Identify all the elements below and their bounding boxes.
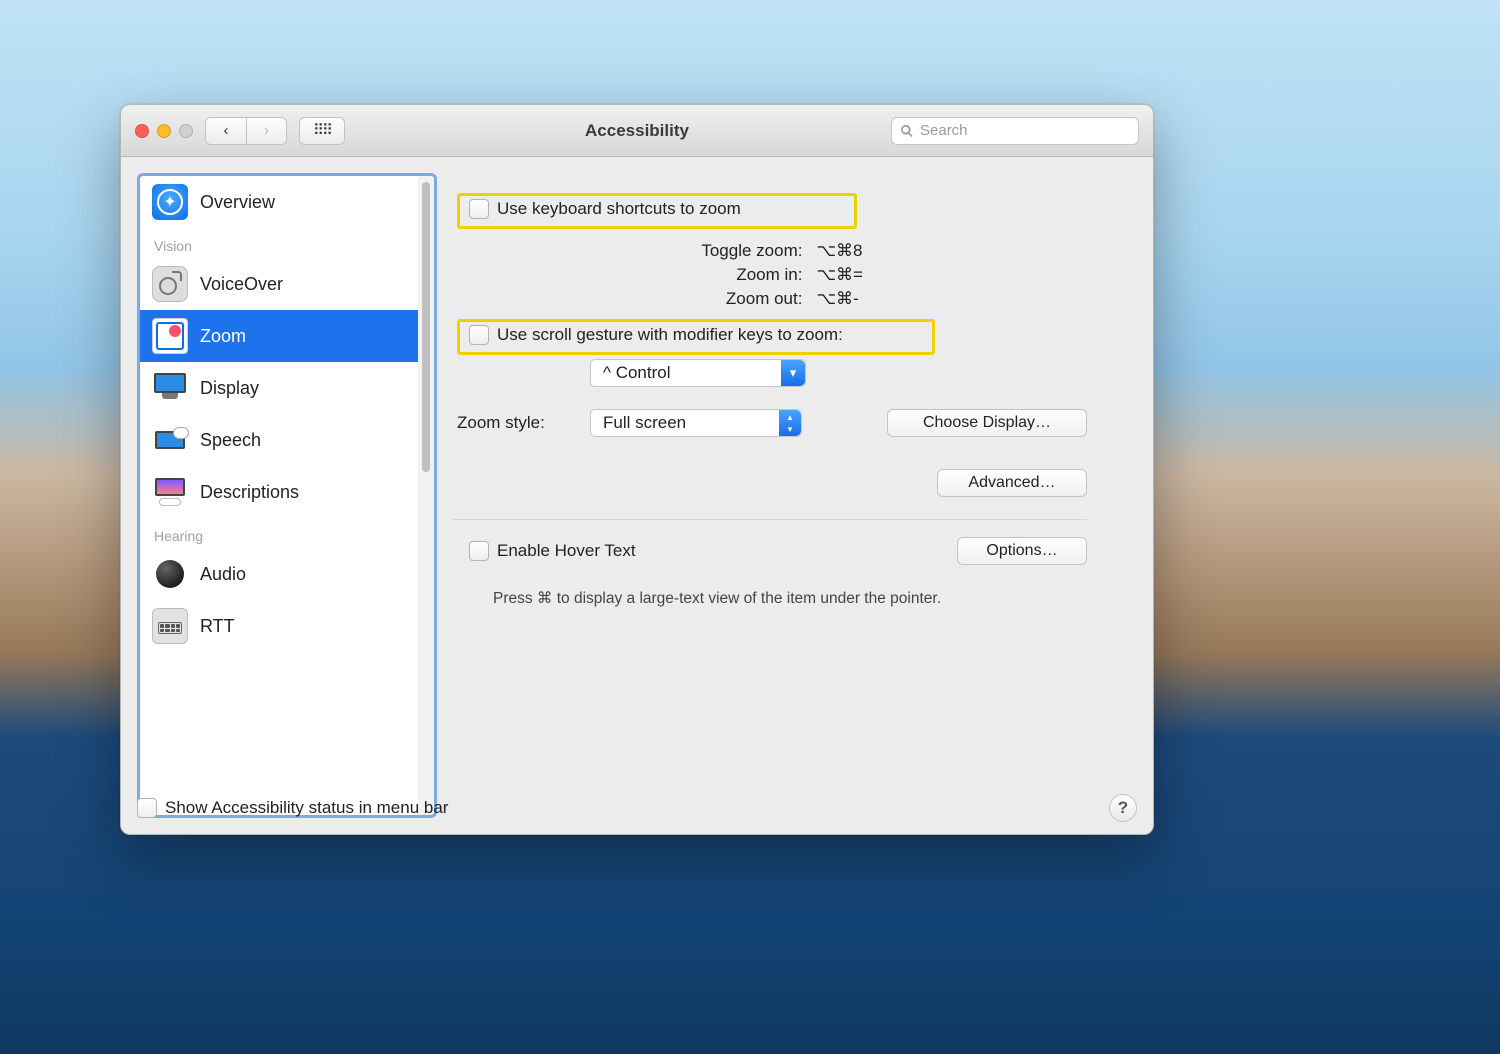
titlebar: ‹ › ⠿⠿ Accessibility Search <box>121 105 1153 157</box>
sidebar-item-label: Overview <box>200 192 275 213</box>
button-label: Advanced… <box>968 474 1055 491</box>
sidebar-item-audio[interactable]: Audio <box>140 548 418 600</box>
hover-text-hint: Press ⌘ to display a large-text view of … <box>493 589 941 608</box>
sidebar-item-label: Zoom <box>200 326 246 347</box>
sidebar-scrollbar[interactable] <box>418 176 434 815</box>
minimize-window-button[interactable] <box>157 124 171 138</box>
voiceover-icon <box>152 266 188 302</box>
status-menubar-checkbox[interactable] <box>137 798 157 818</box>
display-icon <box>152 370 188 406</box>
sidebar-group-hearing: Hearing <box>140 518 418 548</box>
keyboard-shortcuts-checkbox[interactable] <box>469 199 489 219</box>
search-placeholder: Search <box>920 122 968 139</box>
button-label: Options… <box>986 542 1057 559</box>
modifier-key-popup[interactable]: ^ Control ▾ <box>590 359 806 387</box>
hover-text-options-button[interactable]: Options… <box>957 537 1087 565</box>
help-icon: ? <box>1118 798 1128 818</box>
audio-icon <box>152 556 188 592</box>
sidebar-item-label: Speech <box>200 430 261 451</box>
zoom-out-label: Zoom out: <box>533 289 802 309</box>
sidebar-list: ✦ Overview Vision VoiceOver Zoom Disp <box>140 176 418 815</box>
sidebar-group-vision: Vision <box>140 228 418 258</box>
sidebar-item-descriptions[interactable]: Descriptions <box>140 466 418 518</box>
nav-back-forward: ‹ › <box>205 117 287 145</box>
sidebar-item-overview[interactable]: ✦ Overview <box>140 176 418 228</box>
sidebar-item-label: Audio <box>200 564 246 585</box>
zoom-in-label: Zoom in: <box>533 265 802 285</box>
show-all-prefs-button[interactable]: ⠿⠿ <box>299 117 345 145</box>
grid-icon: ⠿⠿ <box>313 128 331 134</box>
search-icon <box>900 124 914 138</box>
zoom-out-keys: ⌥⌘- <box>816 289 863 309</box>
sidebar-scroll-thumb[interactable] <box>422 182 430 472</box>
updown-icon: ▴▾ <box>779 410 801 436</box>
toggle-zoom-keys: ⌥⌘8 <box>816 241 863 261</box>
sidebar-item-label: RTT <box>200 616 235 637</box>
toggle-zoom-label: Toggle zoom: <box>533 241 802 261</box>
sidebar-item-speech[interactable]: Speech <box>140 414 418 466</box>
sidebar-item-zoom[interactable]: Zoom <box>140 310 418 362</box>
sidebar-item-voiceover[interactable]: VoiceOver <box>140 258 418 310</box>
back-button[interactable]: ‹ <box>206 118 246 144</box>
scroll-gesture-checkbox[interactable] <box>469 325 489 345</box>
help-button[interactable]: ? <box>1109 794 1137 822</box>
search-field[interactable]: Search <box>891 117 1139 145</box>
chevron-down-icon: ▾ <box>781 360 805 386</box>
descriptions-icon <box>152 474 188 510</box>
overview-icon: ✦ <box>152 184 188 220</box>
sidebar-item-rtt[interactable]: RTT <box>140 600 418 652</box>
zoom-settings-panel: Use keyboard shortcuts to zoom Toggle zo… <box>453 173 1137 818</box>
divider <box>453 519 1087 520</box>
speech-icon <box>152 422 188 458</box>
advanced-button[interactable]: Advanced… <box>937 469 1087 497</box>
zoom-style-label: Zoom style: <box>457 413 545 433</box>
close-window-button[interactable] <box>135 124 149 138</box>
zoom-in-keys: ⌥⌘= <box>816 265 863 285</box>
modifier-key-value: ^ Control <box>603 363 671 383</box>
button-label: Choose Display… <box>923 414 1051 431</box>
sidebar-item-label: Descriptions <box>200 482 299 503</box>
zoom-window-button[interactable] <box>179 124 193 138</box>
keyboard-shortcuts-label: Use keyboard shortcuts to zoom <box>497 199 741 219</box>
window-footer: Show Accessibility status in menu bar ? <box>137 794 1137 822</box>
sidebar: ✦ Overview Vision VoiceOver Zoom Disp <box>137 173 437 818</box>
status-menubar-label: Show Accessibility status in menu bar <box>165 798 448 818</box>
choose-display-button[interactable]: Choose Display… <box>887 409 1087 437</box>
sidebar-item-label: VoiceOver <box>200 274 283 295</box>
forward-button[interactable]: › <box>246 118 286 144</box>
scroll-gesture-label: Use scroll gesture with modifier keys to… <box>497 325 843 345</box>
content-area: ✦ Overview Vision VoiceOver Zoom Disp <box>121 157 1153 834</box>
hover-text-checkbox[interactable] <box>469 541 489 561</box>
hover-text-label: Enable Hover Text <box>497 541 636 561</box>
zoom-style-popup[interactable]: Full screen ▴▾ <box>590 409 802 437</box>
zoom-icon <box>152 318 188 354</box>
accessibility-window: ‹ › ⠿⠿ Accessibility Search ✦ Overview V… <box>120 104 1154 835</box>
zoom-style-value: Full screen <box>603 413 686 433</box>
sidebar-item-label: Display <box>200 378 259 399</box>
window-controls <box>135 124 193 138</box>
rtt-icon <box>152 608 188 644</box>
sidebar-item-display[interactable]: Display <box>140 362 418 414</box>
